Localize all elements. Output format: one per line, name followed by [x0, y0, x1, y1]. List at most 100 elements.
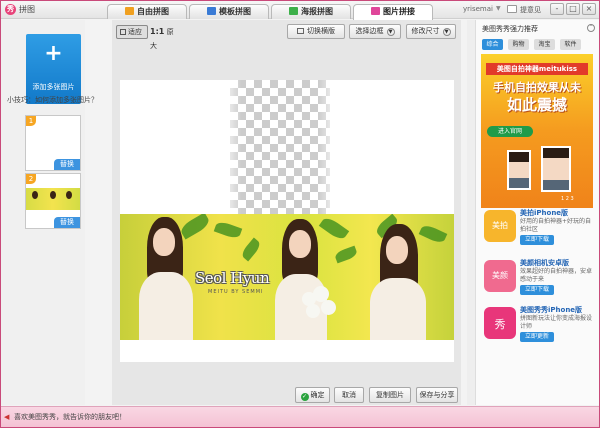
ad-banner[interactable]: 美图自拍神器meitukiss 手机自拍效果从未 如此震撼 进入官网 1 2 3 — [481, 54, 593, 208]
chevron-down-icon: ▼ — [442, 28, 451, 36]
original-size-button[interactable]: 1:1 原大 — [150, 25, 180, 50]
thumbnail-preview-image — [26, 188, 80, 210]
ad-photo — [541, 146, 571, 192]
tab-image-stitch[interactable]: 图片拼接 — [353, 4, 433, 20]
copy-image-button[interactable]: 复制图片 — [369, 387, 411, 403]
change-size-button[interactable]: 修改尺寸 ▼ — [406, 24, 456, 39]
plus-icon: + — [44, 41, 63, 66]
minimize-button[interactable]: - — [550, 3, 564, 15]
add-images-label: 添加多张图片 — [32, 83, 75, 91]
thumbnail-number: 1 — [26, 116, 36, 126]
ad-line2: 如此震撼 — [506, 96, 567, 114]
title-bar: 秀 拼图 自由拼图 模板拼图 海报拼图 图片拼接 yrisemai ▼ 提意见 … — [1, 1, 599, 20]
left-panel: + 添加多张图片 小技巧：如何添加多张图片？ 1 替换 2 替换 — [1, 20, 98, 405]
ad-line1: 手机自拍效果从未 — [493, 81, 581, 94]
app-item[interactable]: 秀 美图秀秀iPhone版 拼图新玩法让你变成海报设计师 立即更新 — [481, 305, 595, 365]
check-icon: ✓ — [300, 393, 309, 401]
image-thumbnail-2[interactable]: 2 替换 — [25, 173, 81, 229]
thumbnail-number: 2 — [26, 174, 36, 184]
poster-collage-icon — [289, 7, 298, 15]
feedback-link[interactable]: 提意见 — [520, 5, 541, 15]
watermark-logo: Seol Hyun — [195, 269, 270, 287]
tab-label: 图片拼接 — [383, 7, 415, 16]
status-message[interactable]: 喜欢美图秀秀，就告诉你的朋友吧！ — [14, 412, 126, 422]
tab-template-collage[interactable]: 模板拼图 — [189, 4, 269, 19]
select-border-button[interactable]: 选择边框 ▼ — [349, 24, 401, 39]
app-name[interactable]: 美颜相机安卓版 — [520, 258, 569, 268]
save-share-button[interactable]: 保存与分享 — [416, 387, 458, 403]
status-bar: ◀ 喜欢美图秀秀，就告诉你的朋友吧！ — [1, 406, 599, 427]
tab-label: 模板拼图 — [219, 7, 251, 16]
window-title: 拼图 — [19, 5, 35, 14]
ad-pagination[interactable]: 1 2 3 — [561, 196, 574, 202]
image-stitch-icon — [371, 7, 380, 15]
size-label: 修改尺寸 — [411, 27, 440, 35]
add-images-button[interactable]: + 添加多张图片 — [26, 34, 81, 104]
leaf-decoration — [213, 219, 243, 241]
download-button[interactable]: 立即下载 — [520, 285, 554, 295]
recommend-panel: 美图秀秀强力推荐 ˄ 综合 购物 淘宝 软件 美图自拍神器meitukiss 手… — [475, 20, 599, 405]
user-name[interactable]: yrisemai — [463, 5, 493, 13]
rec-tab-shopping[interactable]: 购物 — [508, 39, 529, 50]
ad-photo — [507, 150, 531, 190]
tab-label: 自由拼图 — [137, 7, 169, 16]
ad-visit-button[interactable]: 进入官网 — [487, 126, 533, 137]
maximize-button[interactable]: □ — [566, 3, 580, 15]
panel-divider — [467, 20, 475, 405]
app-description: 好用的自拍神器+好玩的自拍社区 — [520, 218, 592, 233]
stitch-canvas[interactable]: Seol Hyun MEITU BY SEMMI — [120, 80, 454, 362]
collapse-icon[interactable]: ˄ — [587, 24, 595, 32]
ratio-label: 1:1 — [150, 27, 165, 36]
app-window: 秀 拼图 自由拼图 模板拼图 海报拼图 图片拼接 yrisemai ▼ 提意见 … — [0, 0, 600, 428]
cancel-button[interactable]: 取消 — [334, 387, 364, 403]
stitched-photo[interactable]: Seol Hyun MEITU BY SEMMI — [120, 214, 454, 340]
switch-orientation-button[interactable]: 切换横版 — [287, 24, 345, 39]
rec-tab-software[interactable]: 软件 — [560, 39, 581, 50]
portrait-left — [135, 214, 195, 340]
fit-view-button[interactable]: 适应 — [116, 25, 148, 39]
chevron-down-icon: ▼ — [386, 28, 395, 36]
swap-button[interactable]: 替换 — [54, 159, 80, 170]
update-button[interactable]: 立即更新 — [520, 332, 554, 342]
border-label: 选择边框 — [355, 27, 384, 35]
leaf-decoration — [239, 237, 263, 262]
tab-label: 海报拼图 — [301, 7, 333, 16]
editor-toolbar: 适应 1:1 原大 切换横版 选择边框 ▼ 修改尺寸 ▼ — [112, 20, 461, 50]
meipai-app-icon: 美拍 — [484, 210, 516, 242]
meitu-xiuxiu-app-icon: 秀 — [484, 307, 516, 339]
switch-label: 切换横版 — [307, 27, 335, 35]
free-collage-icon — [125, 7, 134, 15]
image-thumbnail-1[interactable]: 1 替换 — [25, 115, 81, 171]
tab-free-collage[interactable]: 自由拼图 — [107, 4, 187, 19]
close-button[interactable]: × — [582, 3, 596, 15]
app-name[interactable]: 美拍iPhone版 — [520, 208, 568, 218]
chevron-down-icon[interactable]: ▼ — [496, 5, 501, 12]
orientation-icon — [297, 28, 304, 34]
feedback-icon[interactable] — [507, 5, 517, 13]
editor-area: 适应 1:1 原大 切换横版 选择边框 ▼ 修改尺寸 ▼ Seol Hyun M… — [112, 20, 461, 405]
tip-link[interactable]: 小技巧：如何添加多张图片？ — [7, 95, 98, 105]
transparency-fade — [220, 80, 340, 215]
tab-poster-collage[interactable]: 海报拼图 — [271, 4, 351, 19]
template-collage-icon — [207, 7, 216, 15]
app-description: 效果超好的自拍神器，安卓感动于来 — [520, 268, 593, 283]
portrait-center — [270, 214, 330, 340]
fit-icon — [120, 29, 126, 35]
confirm-label: 确定 — [310, 391, 325, 399]
swap-button[interactable]: 替换 — [54, 217, 80, 228]
confirm-button[interactable]: ✓ 确定 — [295, 387, 330, 403]
watermark-subtitle: MEITU BY SEMMI — [208, 289, 264, 295]
leaf-decoration — [333, 245, 359, 264]
flower-decoration — [321, 300, 336, 315]
beauty-camera-app-icon: 美颜 — [484, 260, 516, 292]
portrait-right — [362, 214, 432, 340]
ad-headline: 美图自拍神器meitukiss — [486, 63, 588, 75]
rec-tab-general[interactable]: 综合 — [482, 39, 503, 50]
download-button[interactable]: 立即下载 — [520, 235, 554, 245]
rec-tab-taobao[interactable]: 淘宝 — [534, 39, 555, 50]
app-name[interactable]: 美图秀秀iPhone版 — [520, 305, 582, 315]
fit-label: 适应 — [128, 28, 142, 36]
app-logo-icon: 秀 — [5, 4, 16, 15]
flower-decoration — [306, 304, 320, 318]
speaker-icon: ◀ — [4, 413, 10, 421]
